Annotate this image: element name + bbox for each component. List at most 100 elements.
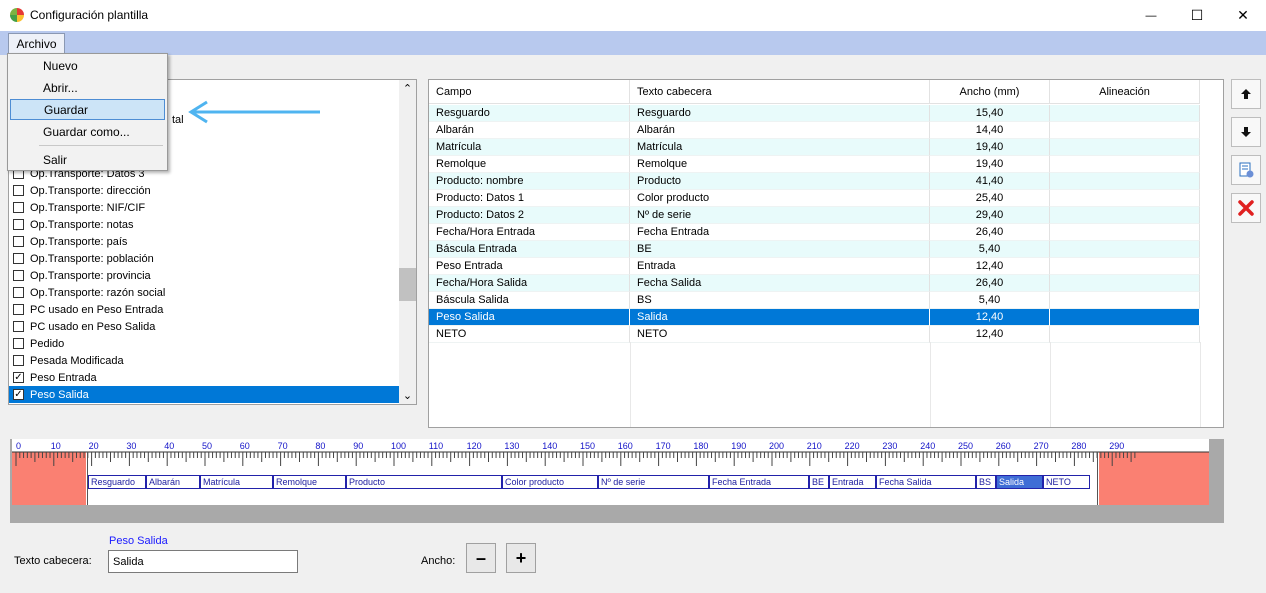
ruler-field[interactable]: Salida [996, 475, 1043, 489]
ruler-field[interactable]: Nº de serie [598, 475, 709, 489]
table-cell[interactable]: 15,40 [930, 105, 1050, 122]
table-row[interactable]: Remolque Remolque 19,40 [429, 156, 1200, 173]
table-cell[interactable]: 5,40 [930, 241, 1050, 258]
table-cell[interactable]: Fecha Entrada [630, 224, 930, 241]
table-cell[interactable] [1050, 309, 1200, 326]
table-cell[interactable] [1050, 292, 1200, 309]
table-cell[interactable]: Albarán [630, 122, 930, 139]
list-item[interactable]: Op.Transporte: dirección [9, 182, 399, 199]
list-item[interactable]: Op.Transporte: provincia [9, 267, 399, 284]
table-cell[interactable]: Remolque [429, 156, 630, 173]
table-cell[interactable]: Color producto [630, 190, 930, 207]
table-cell[interactable]: 12,40 [930, 309, 1050, 326]
menu-item-abrir[interactable]: Abrir... [10, 77, 165, 98]
move-down-button[interactable] [1231, 117, 1261, 147]
scroll-down-icon[interactable]: ⌄ [399, 387, 416, 404]
menu-item-guardar[interactable]: Guardar [10, 99, 165, 120]
table-cell[interactable]: 12,40 [930, 258, 1050, 275]
table-cell[interactable]: Peso Salida [429, 309, 630, 326]
texto-cabecera-input[interactable] [108, 550, 298, 573]
table-cell[interactable]: Matrícula [429, 139, 630, 156]
table-cell[interactable]: Resguardo [429, 105, 630, 122]
table-row[interactable]: NETO NETO 12,40 [429, 326, 1200, 343]
table-row[interactable]: Producto: Datos 1 Color producto 25,40 [429, 190, 1200, 207]
checkbox[interactable] [13, 338, 24, 349]
menu-item-nuevo[interactable]: Nuevo [10, 55, 165, 76]
table-cell[interactable]: Entrada [630, 258, 930, 275]
checkbox[interactable]: ✓ [13, 389, 24, 400]
table-row[interactable]: Peso Salida Salida 12,40 [429, 309, 1200, 326]
maximize-button[interactable]: ☐ [1174, 0, 1220, 31]
table-cell[interactable] [1050, 207, 1200, 224]
table-cell[interactable]: Nº de serie [630, 207, 930, 224]
ruler-field[interactable]: BS [976, 475, 996, 489]
checkbox[interactable]: ✓ [13, 372, 24, 383]
table-cell[interactable]: 26,40 [930, 275, 1050, 292]
ancho-increase-button[interactable]: + [506, 543, 536, 573]
table-cell[interactable] [1050, 190, 1200, 207]
checkbox[interactable] [13, 236, 24, 247]
delete-button[interactable] [1231, 193, 1261, 223]
table-cell[interactable]: Báscula Entrada [429, 241, 630, 258]
table-cell[interactable] [1050, 275, 1200, 292]
table-cell[interactable] [1050, 156, 1200, 173]
list-item[interactable]: PC usado en Peso Entrada [9, 301, 399, 318]
table-cell[interactable]: Producto: Datos 2 [429, 207, 630, 224]
ruler-field[interactable]: Fecha Salida [876, 475, 976, 489]
table-cell[interactable]: NETO [429, 326, 630, 343]
table-cell[interactable]: 12,40 [930, 326, 1050, 343]
table-row[interactable]: Fecha/Hora Salida Fecha Salida 26,40 [429, 275, 1200, 292]
table-cell[interactable]: NETO [630, 326, 930, 343]
ruler-field[interactable]: Resguardo [88, 475, 146, 489]
table-row[interactable]: Matrícula Matrícula 19,40 [429, 139, 1200, 156]
table-cell[interactable]: 19,40 [930, 139, 1050, 156]
table-cell[interactable]: Remolque [630, 156, 930, 173]
checkbox[interactable] [13, 185, 24, 196]
table-row[interactable]: Fecha/Hora Entrada Fecha Entrada 26,40 [429, 224, 1200, 241]
checkbox[interactable] [13, 287, 24, 298]
table-cell[interactable]: Báscula Salida [429, 292, 630, 309]
checkbox[interactable] [13, 202, 24, 213]
move-up-button[interactable] [1231, 79, 1261, 109]
table-cell[interactable]: 19,40 [930, 156, 1050, 173]
table-cell[interactable]: Producto: Datos 1 [429, 190, 630, 207]
table-row[interactable]: Báscula Entrada BE 5,40 [429, 241, 1200, 258]
checkbox[interactable] [13, 355, 24, 366]
table-cell[interactable]: Fecha/Hora Entrada [429, 224, 630, 241]
list-scrollbar[interactable]: ⌃ ⌄ [399, 80, 416, 404]
ruler-field[interactable]: Albarán [146, 475, 200, 489]
table-cell[interactable]: Salida [630, 309, 930, 326]
col-header-ancho[interactable]: Ancho (mm) [930, 80, 1050, 104]
table-cell[interactable] [1050, 241, 1200, 258]
ruler-preview[interactable]: 0 10 20 30 40 50 60 70 80 90 100 110 120 130 140 150 160… [10, 439, 1224, 523]
minimize-button[interactable]: — [1128, 0, 1174, 31]
table-cell[interactable]: Fecha/Hora Salida [429, 275, 630, 292]
columns-table[interactable]: Campo Texto cabecera Ancho (mm) Alineaci… [428, 79, 1224, 428]
col-header-alineacion[interactable]: Alineación [1050, 80, 1200, 104]
list-item[interactable]: Op.Transporte: país [9, 233, 399, 250]
table-cell[interactable]: BS [630, 292, 930, 309]
checkbox[interactable] [13, 270, 24, 281]
list-item[interactable]: Op.Transporte: población [9, 250, 399, 267]
list-item[interactable]: ✓ Peso Entrada [9, 369, 399, 386]
table-row[interactable]: Producto: nombre Producto 41,40 [429, 173, 1200, 190]
list-item[interactable]: Op.Transporte: notas [9, 216, 399, 233]
table-cell[interactable] [1050, 139, 1200, 156]
table-cell[interactable] [1050, 105, 1200, 122]
table-cell[interactable] [1050, 173, 1200, 190]
list-item[interactable]: Pedido [9, 335, 399, 352]
table-row[interactable]: Báscula Salida BS 5,40 [429, 292, 1200, 309]
list-item[interactable]: Pesada Modificada [9, 352, 399, 369]
table-cell[interactable]: Producto [630, 173, 930, 190]
ruler-field[interactable]: Fecha Entrada [709, 475, 809, 489]
ruler-field[interactable]: Entrada [829, 475, 876, 489]
scroll-thumb[interactable] [399, 268, 416, 301]
table-row[interactable]: Albarán Albarán 14,40 [429, 122, 1200, 139]
table-cell[interactable]: Matrícula [630, 139, 930, 156]
scroll-up-icon[interactable]: ⌃ [399, 80, 416, 97]
table-row[interactable]: Peso Entrada Entrada 12,40 [429, 258, 1200, 275]
table-cell[interactable] [1050, 122, 1200, 139]
list-item[interactable]: Op.Transporte: razón social [9, 284, 399, 301]
table-cell[interactable]: 29,40 [930, 207, 1050, 224]
col-header-campo[interactable]: Campo [429, 80, 630, 104]
